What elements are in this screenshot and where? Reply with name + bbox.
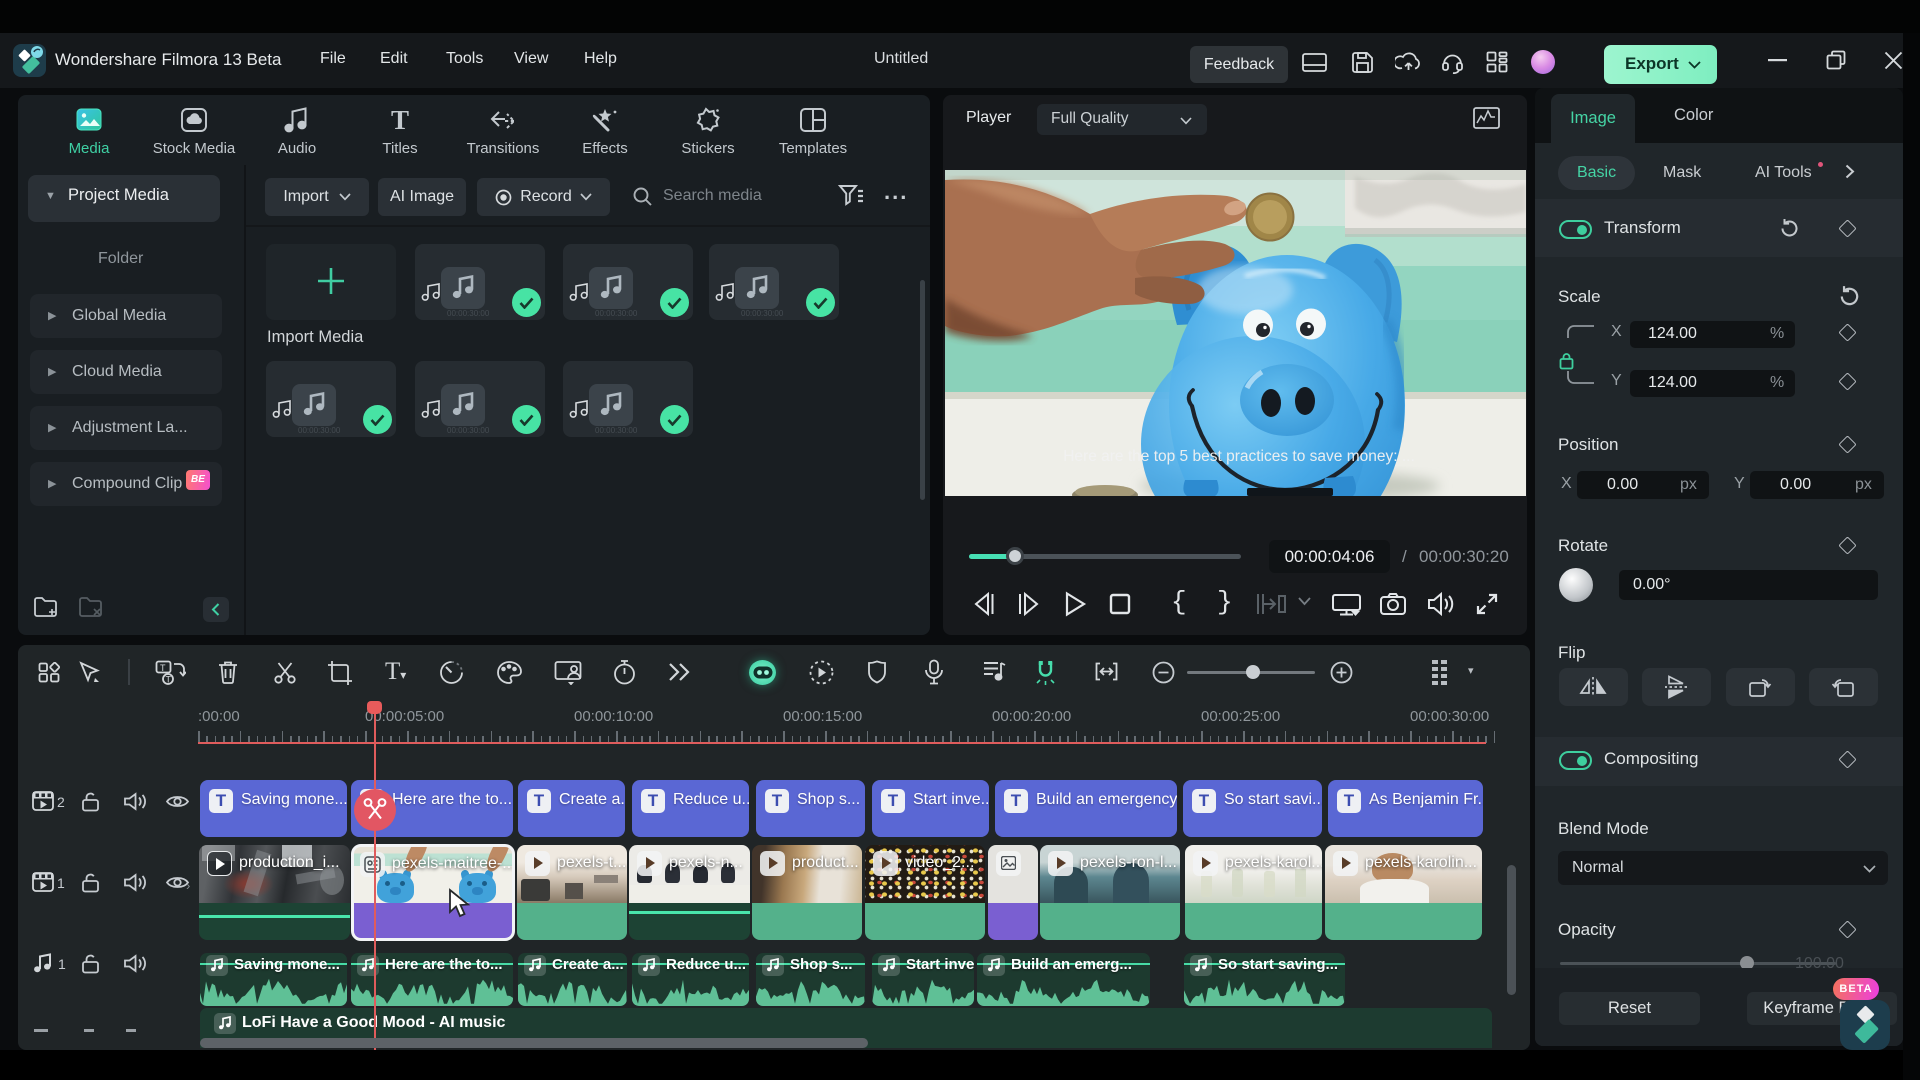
svg-text:T: T: [160, 663, 166, 673]
svg-text:T: T: [166, 675, 172, 685]
svg-text:Here are the top 5 best practi: Here are the top 5 best practices to sav…: [1063, 448, 1415, 465]
